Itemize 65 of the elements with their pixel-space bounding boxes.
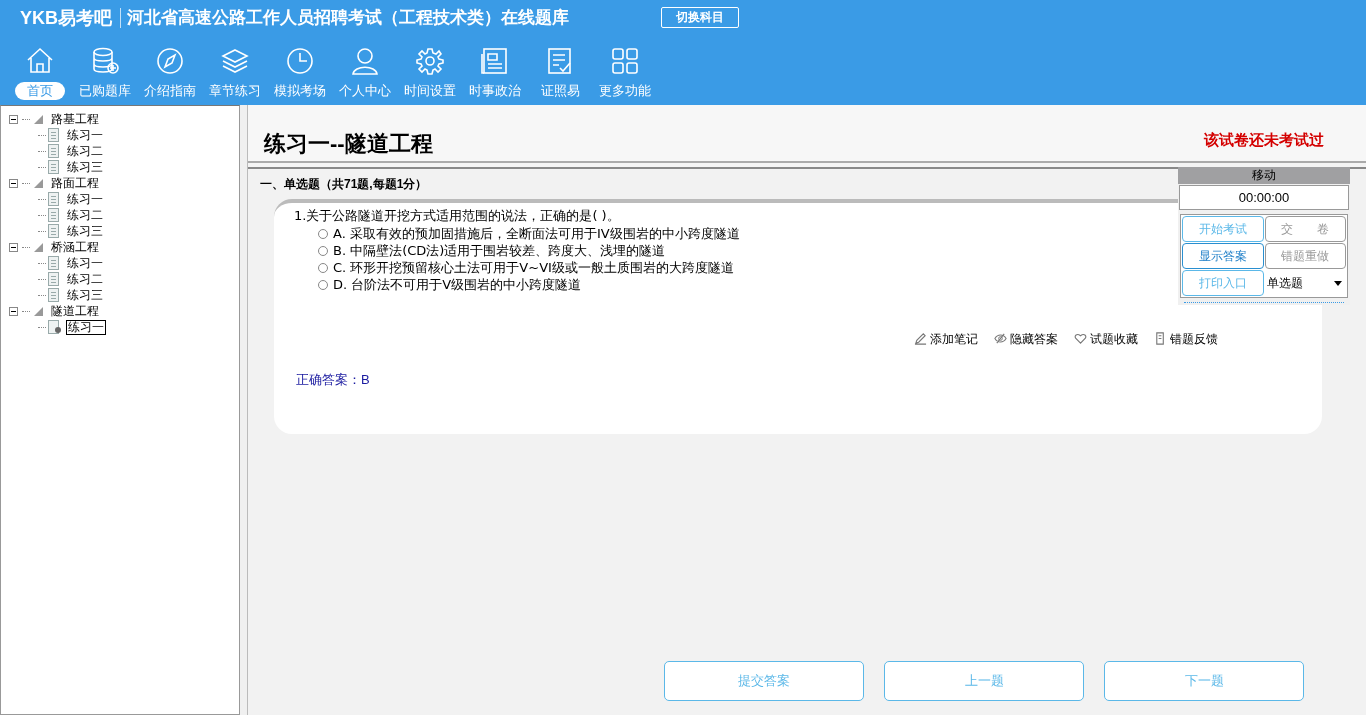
tree-leaf[interactable]: 练习二 bbox=[67, 144, 103, 158]
user-icon[interactable] bbox=[350, 46, 380, 76]
radio-button[interactable] bbox=[318, 263, 328, 273]
tree-node[interactable]: 路基工程 bbox=[51, 110, 99, 128]
document-icon bbox=[48, 128, 59, 142]
tree-leaf[interactable]: 练习二 bbox=[67, 272, 103, 286]
tree-leaf[interactable]: 练习一 bbox=[67, 128, 103, 142]
layers-icon[interactable] bbox=[220, 46, 250, 76]
pencil-icon bbox=[914, 332, 927, 345]
document-icon bbox=[48, 288, 59, 302]
correct-answer: 正确答案：B bbox=[295, 370, 371, 389]
option-text[interactable]: C. 环形开挖预留核心土法可用于V~VI级或一般土质围岩的大跨度隧道 bbox=[333, 258, 734, 278]
logo: YKB易考吧 bbox=[20, 8, 121, 28]
document-icon bbox=[48, 160, 59, 174]
radio-button[interactable] bbox=[318, 246, 328, 256]
collapse-toggle[interactable] bbox=[9, 242, 18, 252]
home-icon[interactable] bbox=[25, 46, 55, 76]
tool-link[interactable]: 试题收藏 bbox=[1074, 329, 1138, 348]
settings-icon[interactable] bbox=[415, 46, 445, 76]
tool-link[interactable]: 添加笔记 bbox=[914, 329, 978, 348]
tree-node[interactable]: 路面工程 bbox=[51, 174, 99, 192]
tree-node[interactable]: 隧道工程 bbox=[51, 302, 99, 320]
tree-leaf[interactable]: 练习三 bbox=[67, 224, 103, 238]
heart-icon bbox=[1074, 332, 1087, 345]
resize-handle[interactable] bbox=[1184, 300, 1344, 303]
eye-icon bbox=[994, 332, 1007, 345]
move-handle[interactable]: 移动 bbox=[1178, 167, 1350, 184]
option-text[interactable]: A. 采取有效的预加固措施后，全断面法可用于IV级围岩的中小跨度隧道 bbox=[333, 224, 740, 244]
grid-icon[interactable] bbox=[610, 46, 640, 76]
document-icon bbox=[48, 272, 59, 286]
collapse-toggle[interactable] bbox=[9, 114, 18, 124]
tree-leaf[interactable]: 练习一 bbox=[67, 192, 103, 206]
option-text[interactable]: B. 中隔壁法(CD法)适用于围岩较差、跨度大、浅埋的隧道 bbox=[333, 241, 666, 261]
clock-icon[interactable] bbox=[285, 46, 315, 76]
document-icon bbox=[48, 144, 59, 158]
collapse-toggle[interactable] bbox=[9, 178, 18, 188]
tree-leaf[interactable]: 练习一 bbox=[67, 256, 103, 270]
tool-link[interactable]: 错题反馈 bbox=[1154, 329, 1218, 348]
document-icon bbox=[48, 224, 59, 238]
question-text: 1.关于公路隧道开挖方式适用范围的说法，正确的是( )。 bbox=[294, 207, 620, 225]
newspaper-icon[interactable] bbox=[480, 46, 510, 76]
tree-leaf[interactable]: 练习二 bbox=[67, 208, 103, 222]
timer: 00:00:00 bbox=[1179, 185, 1349, 210]
tree-node[interactable]: 桥涵工程 bbox=[51, 238, 99, 256]
option-text[interactable]: D. 台阶法不可用于V级围岩的中小跨度隧道 bbox=[333, 275, 582, 295]
caret-icon bbox=[1334, 280, 1342, 286]
tree-leaf[interactable]: 练习一 bbox=[66, 319, 106, 335]
tree-leaf[interactable]: 练习三 bbox=[67, 160, 103, 174]
compass-icon[interactable] bbox=[155, 46, 185, 76]
radio-button[interactable] bbox=[318, 280, 328, 290]
collapse-toggle[interactable] bbox=[9, 306, 18, 316]
exam-status: 该试卷还未考试过 bbox=[1204, 129, 1324, 150]
document-icon bbox=[48, 256, 59, 270]
tree-leaf[interactable]: 练习三 bbox=[67, 288, 103, 302]
database-icon[interactable] bbox=[90, 46, 120, 76]
tool-link[interactable]: 隐藏答案 bbox=[994, 329, 1058, 348]
app-title: 河北省高速公路工作人员招聘考试（工程技术类）在线题库 bbox=[126, 7, 570, 30]
paper-title: 练习一--隧道工程 bbox=[264, 130, 433, 158]
document-icon bbox=[48, 208, 59, 222]
section-heading: 一、单选题（共71题,每题1分） bbox=[260, 176, 428, 193]
document-pin-icon bbox=[48, 320, 59, 334]
splitter[interactable] bbox=[240, 105, 248, 715]
document-icon bbox=[48, 192, 59, 206]
radio-button[interactable] bbox=[318, 229, 328, 239]
panel-button[interactable]: 显示答案 bbox=[1182, 243, 1264, 269]
